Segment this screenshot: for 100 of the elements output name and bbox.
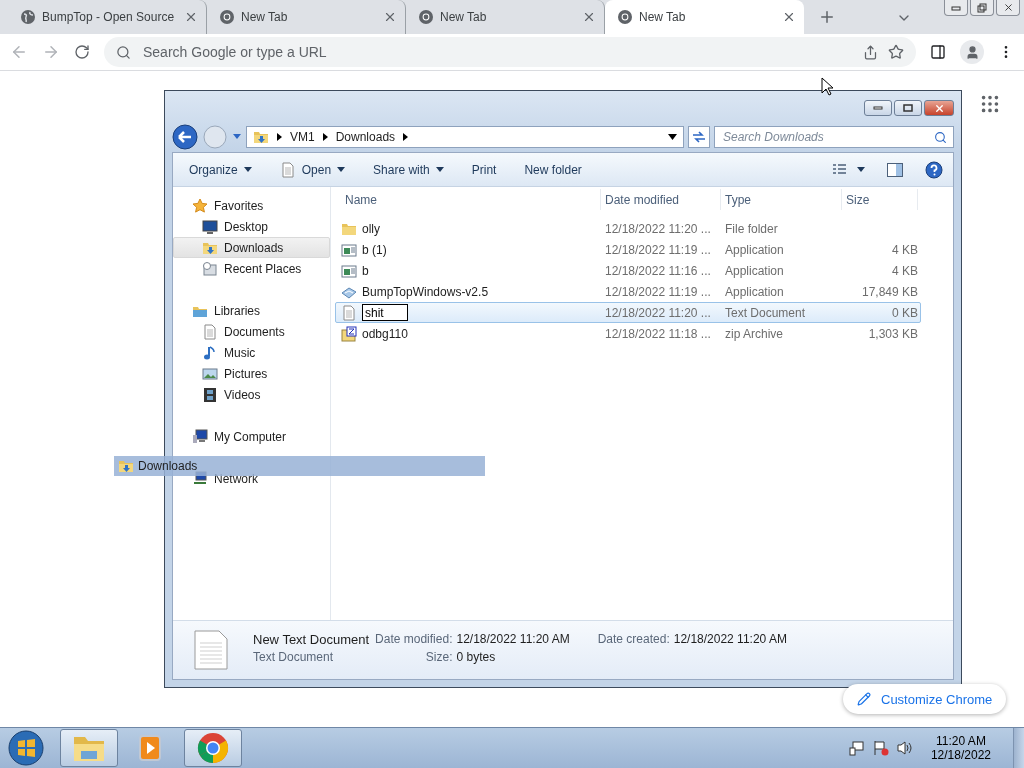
close-button[interactable] (924, 100, 954, 116)
command-button[interactable]: Open (279, 161, 346, 178)
start-button[interactable] (8, 730, 44, 766)
file-row[interactable]: olly 12/18/2022 11:20 ... File folder (335, 218, 921, 239)
file-row[interactable]: odbg110 12/18/2022 11:18 ... zip Archive 1,303 KB (335, 323, 921, 344)
navigation-item[interactable]: Videos (173, 384, 330, 405)
music-note-icon (202, 344, 218, 361)
bookmark-star-icon[interactable] (888, 44, 904, 60)
reload-icon[interactable] (74, 44, 90, 60)
type-cell-text: zip Archive (724, 326, 785, 341)
minimize-button[interactable] (864, 100, 892, 116)
browser-tab[interactable]: BumpTop - Open Source (8, 0, 207, 34)
new-tab-icon[interactable] (818, 8, 836, 26)
chrome-icon (617, 9, 633, 25)
network-icon[interactable] (848, 740, 865, 756)
browser-tab[interactable]: New Tab (605, 0, 804, 34)
close-icon[interactable] (782, 10, 796, 24)
size-cell-text: 4 KB (891, 263, 918, 278)
restore-button[interactable] (970, 0, 994, 16)
navigation-item[interactable]: Libraries (173, 300, 330, 321)
navigation-item[interactable]: Downloads (173, 237, 330, 258)
file-name: BumpTopWindows-v2.5 (362, 284, 489, 299)
folder-icon (253, 129, 269, 145)
size-cell-text: 17,849 KB (860, 284, 918, 299)
navigation-item[interactable]: Documents (173, 321, 330, 342)
column-header[interactable]: Name (341, 189, 601, 210)
flag-icon[interactable] (872, 740, 889, 756)
breadcrumb-item[interactable]: Downloads (335, 130, 396, 144)
document-icon (341, 304, 357, 321)
search-box[interactable]: Search Downloads (714, 126, 954, 148)
share-icon[interactable] (863, 44, 878, 60)
minimize-icon (873, 105, 883, 111)
chrome-icon (418, 9, 434, 25)
refresh-icon[interactable] (688, 126, 710, 148)
minimize-button[interactable] (944, 0, 968, 16)
application-icon (341, 262, 357, 279)
speaker-icon[interactable] (896, 740, 913, 756)
restore-icon (977, 2, 987, 13)
command-button[interactable]: Print (471, 162, 497, 177)
address-field[interactable]: VM1 Downloads (246, 126, 684, 148)
folder-icon (118, 458, 134, 474)
close-button[interactable] (996, 0, 1020, 16)
address-bar[interactable]: Search Google or type a URL (104, 37, 916, 67)
close-icon[interactable] (582, 10, 596, 24)
column-header[interactable]: Date modified (601, 189, 721, 210)
pencil-icon (857, 692, 871, 706)
navigation-item[interactable]: Pictures (173, 363, 330, 384)
file-row[interactable]: BumpTopWindows-v2.5 12/18/2022 11:19 ... Application 17,849 KB (335, 281, 921, 302)
close-icon[interactable] (184, 10, 198, 24)
file-name: New Text Document (253, 632, 370, 649)
view-options-icon[interactable] (833, 163, 865, 176)
file-name: odbg110 (362, 326, 408, 341)
chevron-icon (403, 133, 409, 141)
mouse-cursor-icon (821, 77, 835, 97)
document-icon (202, 323, 218, 340)
recent-places-icon (202, 260, 218, 277)
chrome-icon (197, 732, 229, 764)
command-button[interactable]: Share with (373, 162, 444, 177)
file-row[interactable]: shit 12/18/2022 11:20 ... Text Document 0 KB (335, 302, 921, 323)
command-button[interactable]: Organize (189, 162, 252, 177)
caret-icon (337, 167, 346, 172)
breadcrumb-item[interactable]: VM1 (290, 130, 315, 144)
help-icon[interactable] (925, 160, 943, 179)
date-cell-text: 12/18/2022 11:19 ... (604, 284, 712, 299)
caret-icon[interactable] (668, 134, 677, 140)
column-header[interactable]: Size (842, 189, 918, 210)
column-header[interactable]: Type (721, 189, 842, 210)
back-icon[interactable] (172, 124, 198, 150)
close-icon (1002, 2, 1014, 13)
taskbar-button[interactable] (184, 729, 242, 767)
preview-pane-icon[interactable] (887, 162, 903, 177)
command-button[interactable]: New folder (524, 162, 582, 177)
maximize-button[interactable] (894, 100, 922, 116)
apps-grid-icon[interactable] (979, 93, 1001, 115)
file-name: olly (362, 221, 380, 236)
navigation-item[interactable]: Favorites (173, 195, 330, 216)
maximize-icon (903, 104, 913, 112)
star-icon (192, 197, 208, 214)
caret-icon (243, 167, 252, 172)
rename-field[interactable]: shit (362, 304, 408, 321)
taskbar-button[interactable] (60, 729, 118, 767)
computer-icon (192, 428, 208, 445)
file-row[interactable]: b (1) 12/18/2022 11:19 ... Application 4 KB (335, 239, 921, 260)
date-cell-text: 12/18/2022 11:20 ... (604, 221, 712, 236)
field-value: 12/18/2022 11:20 AM (673, 632, 788, 648)
navigation-item[interactable]: Music (173, 342, 330, 363)
navigation-item[interactable]: My Computer (173, 426, 330, 447)
close-icon[interactable] (383, 10, 397, 24)
file-row[interactable]: b 12/18/2022 11:16 ... Application 4 KB (335, 260, 921, 281)
profile-icon[interactable] (960, 40, 984, 64)
history-caret-icon[interactable] (232, 133, 242, 141)
application-icon (341, 241, 357, 258)
navigation-item[interactable]: Recent Places (173, 258, 330, 279)
customize-chrome-button[interactable]: Customize Chrome (843, 684, 1007, 714)
navigation-item[interactable]: Desktop (173, 216, 330, 237)
browser-tab[interactable]: New Tab (207, 0, 406, 34)
field-value: 0 bytes (456, 650, 497, 666)
address-field[interactable]: Search Google or type a URL (141, 43, 853, 61)
globe-icon (20, 9, 36, 25)
side-panel-icon[interactable] (930, 44, 946, 60)
